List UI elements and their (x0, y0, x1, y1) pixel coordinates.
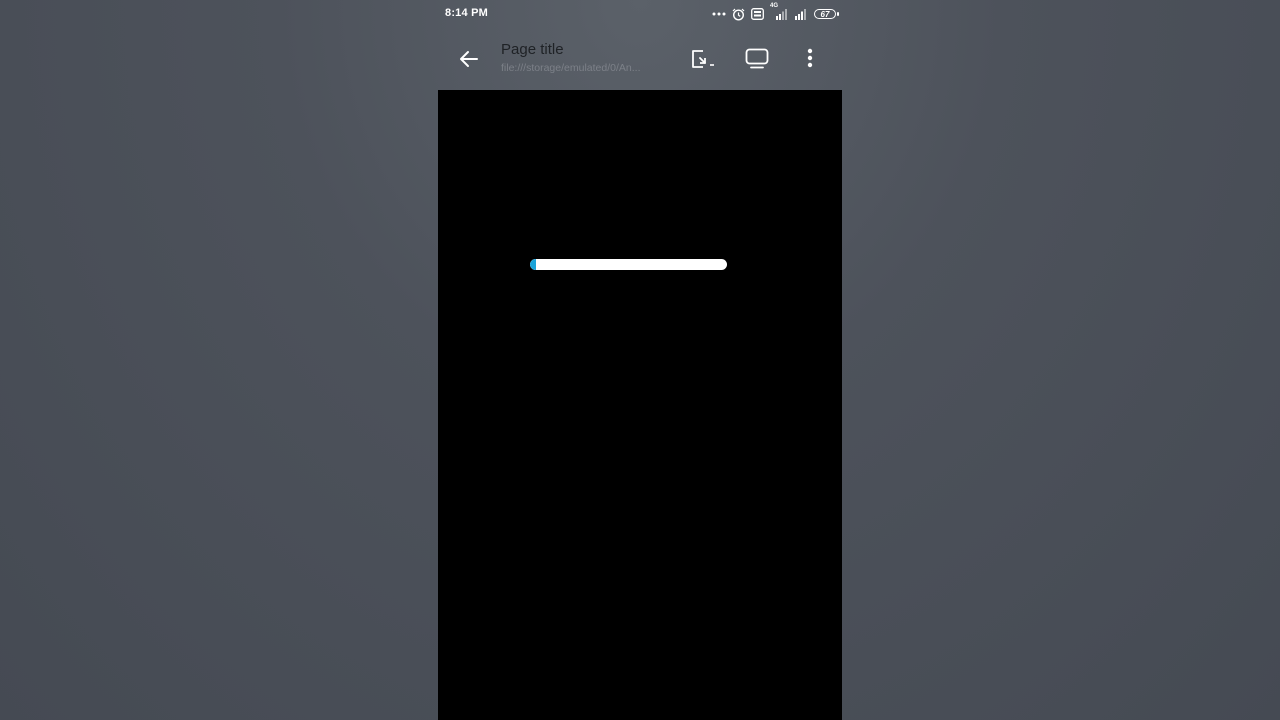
network-label: 4G (770, 3, 779, 9)
back-button[interactable] (456, 46, 482, 72)
open-external-button[interactable] (689, 45, 717, 73)
web-content-area[interactable] (438, 90, 842, 720)
loading-progress-bar (530, 259, 727, 270)
signal-4g-icon: 4G (770, 3, 788, 20)
status-icons: 4G 67 (712, 3, 839, 22)
phone-screen: 8:14 PM 4G 67 Page title file:///storage… (438, 0, 842, 720)
screen-mode-button[interactable] (743, 45, 771, 73)
volte-icon (751, 8, 764, 20)
open-external-icon (692, 50, 714, 68)
screen-mode-icon (745, 48, 769, 69)
more-vertical-icon (807, 48, 813, 68)
status-time: 8:14 PM (445, 7, 488, 19)
status-bar: 8:14 PM 4G 67 (438, 0, 842, 28)
battery-icon: 67 (814, 9, 839, 19)
page-url: file:///storage/emulated/0/An... (501, 62, 641, 74)
more-options-button[interactable] (796, 45, 824, 73)
more-dots-icon (712, 11, 726, 17)
arrow-left-icon (460, 51, 478, 67)
app-toolbar: Page title file:///storage/emulated/0/An… (438, 28, 842, 90)
loading-progress-fill (530, 259, 536, 270)
title-block: Page title file:///storage/emulated/0/An… (501, 41, 671, 74)
page-title: Page title (501, 41, 564, 58)
alarm-icon (732, 8, 745, 21)
signal-icon (794, 8, 808, 20)
